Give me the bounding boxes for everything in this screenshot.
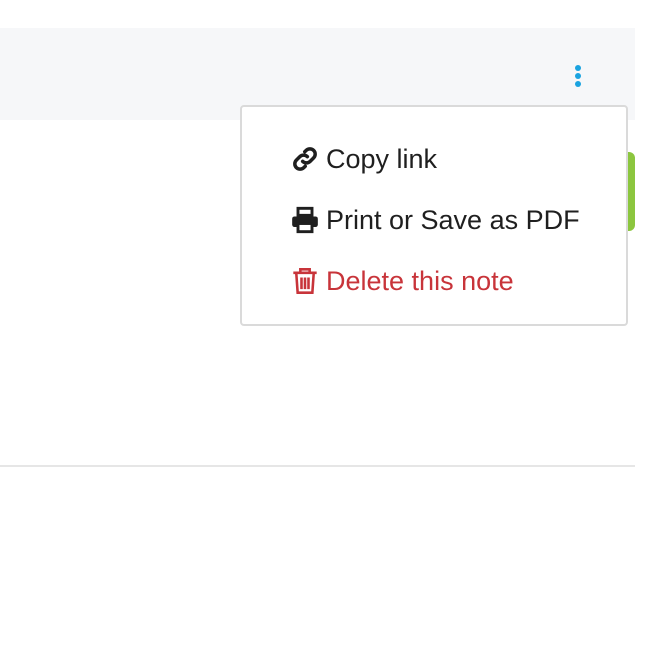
dot-icon bbox=[575, 73, 581, 79]
dot-icon bbox=[575, 65, 581, 71]
printer-icon bbox=[290, 205, 320, 235]
copy-link-label: Copy link bbox=[326, 143, 438, 174]
print-menu-item[interactable]: Print or Save as PDF bbox=[290, 200, 580, 240]
delete-note-menu-item[interactable]: Delete this note bbox=[290, 261, 514, 301]
options-dropdown-menu: Copy link Print or Save as PDF Delete th… bbox=[240, 105, 628, 326]
link-icon bbox=[290, 144, 320, 174]
divider bbox=[0, 465, 635, 467]
more-options-button[interactable] bbox=[566, 60, 590, 94]
print-label: Print or Save as PDF bbox=[326, 204, 580, 235]
page: Copy link Print or Save as PDF Delete th… bbox=[0, 0, 658, 658]
trash-icon bbox=[290, 266, 320, 296]
dot-icon bbox=[575, 81, 581, 87]
delete-label: Delete this note bbox=[326, 265, 514, 296]
copy-link-menu-item[interactable]: Copy link bbox=[290, 139, 437, 179]
